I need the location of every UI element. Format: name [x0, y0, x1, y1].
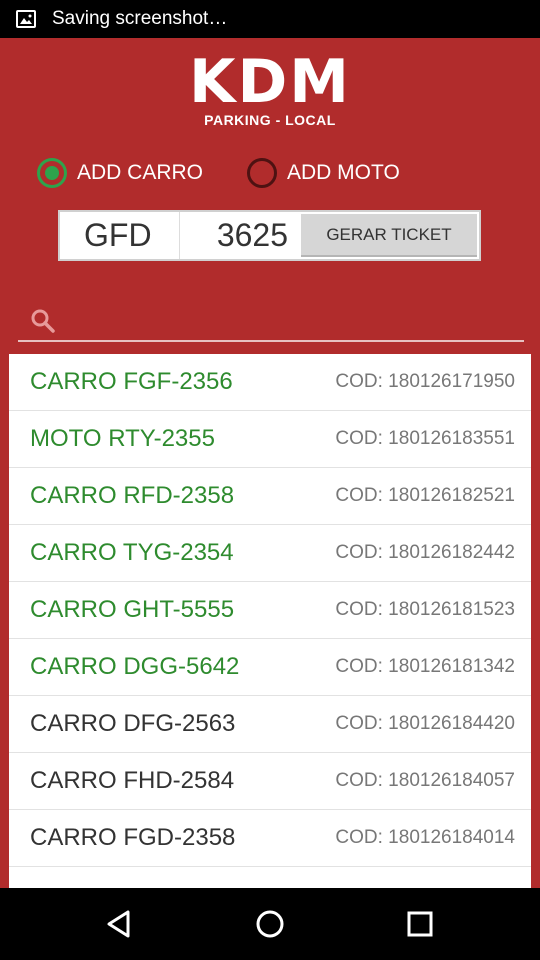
logo-subtitle: PARKING - LOCAL — [204, 112, 336, 128]
plate-numbers-input[interactable]: 3625 — [180, 212, 302, 259]
home-icon[interactable] — [255, 909, 285, 944]
plate-letters-input[interactable]: GFD — [60, 212, 180, 259]
ticket-vehicle-label: CARRO TYG-2354 — [30, 539, 234, 566]
ticket-list: CARRO FGF-2356 COD: 180126171950 MOTO RTY-… — [9, 354, 531, 888]
ticket-code: COD: 180126184420 — [335, 713, 515, 734]
ticket-code: COD: 180126182521 — [335, 485, 515, 506]
ticket-list-item[interactable]: CARRO GHT-5555 COD: 180126181523 — [9, 582, 531, 639]
ticket-list-item[interactable]: CARRO TYG-2354 COD: 180126182442 — [9, 525, 531, 582]
logo-title: KDM — [188, 47, 351, 117]
ticket-form: GFD 3625 GERAR TICKET — [58, 210, 481, 261]
ticket-code: COD: 180126182442 — [335, 542, 515, 563]
search-icon — [30, 308, 56, 339]
ticket-vehicle-label: MOTO RTY-2355 — [30, 425, 215, 452]
add-carro-radio[interactable]: ADD CARRO — [37, 158, 203, 188]
ticket-list-item[interactable]: MOTO RTY-2355 COD: 180126183551 — [9, 411, 531, 468]
ticket-vehicle-label: CARRO FHD-2584 — [30, 767, 235, 794]
ticket-vehicle-label: CARRO RFD-2358 — [30, 482, 235, 509]
add-moto-label: ADD MOTO — [287, 161, 400, 184]
ticket-vehicle-label: CARRO DFG-2563 — [30, 710, 236, 737]
add-moto-radio[interactable]: ADD MOTO — [247, 158, 400, 188]
ticket-list-item[interactable]: CARRO FGF-2356 COD: 180126171950 — [9, 354, 531, 411]
back-icon[interactable] — [104, 908, 136, 945]
navigation-bar — [0, 888, 540, 960]
ticket-code: COD: 180126184057 — [335, 770, 515, 791]
app-screen: KDM PARKING - LOCAL ADD CARRO ADD MOTO G… — [0, 38, 540, 888]
ticket-vehicle-label: CARRO FGF-2356 — [30, 368, 233, 395]
generate-ticket-button[interactable]: GERAR TICKET — [301, 214, 477, 257]
ticket-list-item[interactable]: CARRO DGG-5642 COD: 180126181342 — [9, 639, 531, 696]
ticket-list-item[interactable]: CARRO DFG-2563 COD: 180126184420 — [9, 696, 531, 753]
status-bar: Saving screenshot… — [0, 0, 540, 38]
ticket-code: COD: 180126184014 — [335, 827, 515, 848]
image-icon — [16, 10, 36, 28]
ticket-code: COD: 180126171950 — [335, 371, 515, 392]
add-carro-label: ADD CARRO — [77, 161, 204, 184]
ticket-code: COD: 180126181523 — [335, 599, 515, 620]
search-input[interactable] — [18, 300, 524, 342]
ticket-vehicle-label: CARRO DGG-5642 — [30, 653, 240, 680]
vehicle-type-radio-group: ADD CARRO ADD MOTO — [0, 158, 540, 192]
recents-icon[interactable] — [406, 910, 434, 943]
status-text: Saving screenshot… — [52, 8, 228, 29]
ticket-vehicle-label: CARRO GHT-5555 — [30, 596, 235, 623]
ticket-list-item[interactable]: CARRO RFD-2358 COD: 180126182521 — [9, 468, 531, 525]
radio-checked-icon — [37, 158, 67, 188]
ticket-list-item[interactable]: CARRO FGD-2358 COD: 180126184014 — [9, 810, 531, 867]
ticket-list-item[interactable]: CARRO FHD-2584 COD: 180126184057 — [9, 753, 531, 810]
radio-unchecked-icon — [247, 158, 277, 188]
ticket-code: COD: 180126183551 — [335, 428, 515, 449]
app-logo: KDM PARKING - LOCAL — [0, 52, 540, 128]
ticket-code: COD: 180126181342 — [335, 656, 515, 677]
ticket-vehicle-label: CARRO FGD-2358 — [30, 824, 236, 851]
